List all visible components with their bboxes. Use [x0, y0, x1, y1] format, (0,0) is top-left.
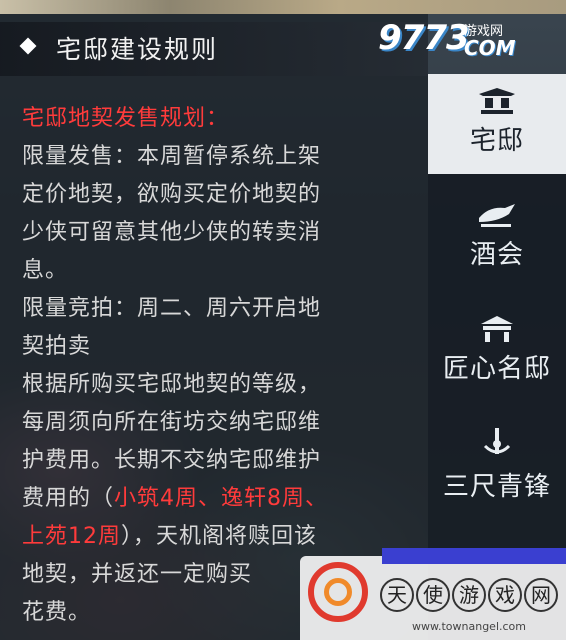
logo-com: COM [464, 36, 516, 60]
text-line: 限量竞拍：周二、周六开启地 [22, 296, 322, 321]
tab-label: 三尺青锋 [442, 472, 551, 502]
watermark-top-bar [382, 548, 566, 564]
text-line: 护费用。长期不交纳宅邸维护 [22, 448, 322, 473]
text-plain: 费用的（ [22, 486, 115, 511]
tab-label: 匠心名邸 [442, 354, 551, 384]
watermark-char: 网 [524, 578, 558, 612]
text-line: 契拍卖 [22, 334, 92, 359]
text-plain: ），天机阁将赎回该 [121, 524, 318, 549]
text-line: 定价地契，欲购买定价地契的 [22, 182, 322, 207]
text-line: 每周须向所在街坊交纳宅邸维 [22, 410, 322, 435]
highlight-text: 小筑4周、逸轩8周、 [114, 486, 329, 511]
section-heading: 宅邸地契发售规划： [22, 106, 230, 131]
watermark-char: 使 [416, 578, 450, 612]
tab-pavilion[interactable]: 匠心名邸 [428, 314, 566, 414]
page-title: 宅邸建设规则 [56, 35, 219, 64]
text-line: 限量发售：本周暂停系统上架 [22, 144, 322, 169]
text-line: 根据所购买宅邸地契的等级， [22, 372, 322, 397]
banquet-icon [479, 204, 515, 227]
pavilion-icon [481, 316, 513, 342]
site-logo: 9773 游戏网 COM [378, 14, 548, 64]
sword-icon [483, 428, 511, 454]
spiral-logo-icon [308, 562, 368, 622]
highlight-text: 上苑12周 [22, 524, 121, 549]
text-line: 少侠可留意其他少侠的转卖消 [22, 220, 322, 245]
watermark-char: 戏 [488, 578, 522, 612]
tab-house[interactable]: 宅邸 [428, 74, 566, 174]
watermark-badge: 天 使 游 戏 网 www.townangel.com [300, 548, 566, 640]
tab-label: 宅邸 [469, 126, 524, 156]
text-line: 费用的（小筑4周、逸轩8周、 [22, 480, 402, 518]
logo-number: 9773 [378, 18, 470, 58]
watermark-url: www.townangel.com [412, 620, 526, 633]
text-line: 息。 [22, 258, 69, 283]
watermark-char: 天 [380, 578, 414, 612]
tab-label: 酒会 [469, 240, 524, 270]
top-banner-strip [0, 0, 566, 14]
tab-sword[interactable]: 三尺青锋 [428, 428, 566, 528]
house-icon [479, 88, 515, 114]
watermark-char: 游 [452, 578, 486, 612]
tab-banquet[interactable]: 酒会 [428, 200, 566, 300]
